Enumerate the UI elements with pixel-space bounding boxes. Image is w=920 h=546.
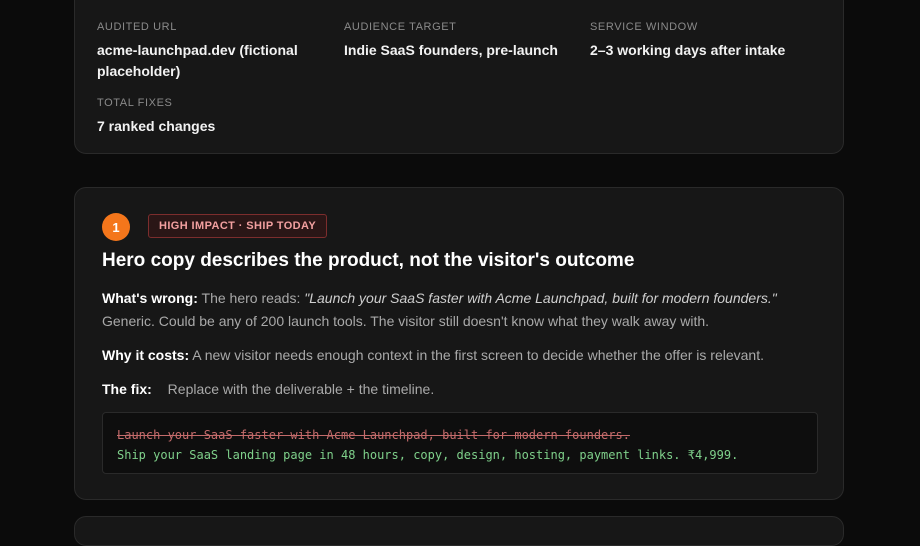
the-fix-paragraph: The fix: Replace with the deliverable + … — [102, 378, 832, 401]
why-it-costs-text: A new visitor needs enough context in th… — [192, 347, 764, 363]
audited-url-label: AUDITED URL — [97, 21, 177, 33]
whats-wrong-intro: The hero reads: — [201, 290, 301, 306]
service-window-label: SERVICE WINDOW — [590, 21, 698, 33]
audience-target-label: AUDIENCE TARGET — [344, 21, 457, 33]
audited-url-block: AUDITED URL acme-launchpad.dev (fictiona… — [97, 21, 327, 82]
impact-tag: HIGH IMPACT · SHIP TODAY — [148, 214, 328, 238]
the-fix-text: Replace with the deliverable + the timel… — [167, 381, 435, 397]
whats-wrong-paragraph: What's wrong: The hero reads: "Launch yo… — [102, 287, 832, 333]
why-it-costs-label: Why it costs: — [102, 347, 190, 363]
diff-removed-line: Launch your SaaS faster with Acme Launch… — [117, 428, 630, 442]
total-fixes-value: 7 ranked changes — [97, 118, 216, 134]
service-window-block: SERVICE WINDOW 2–3 working days after in… — [590, 21, 830, 61]
total-fixes-label: TOTAL FIXES — [97, 97, 173, 109]
whats-wrong-label: What's wrong: — [102, 290, 198, 306]
audience-target-block: AUDIENCE TARGET Indie SaaS founders, pre… — [344, 21, 574, 61]
hero-quote: "Launch your SaaS faster with Acme Launc… — [304, 290, 777, 306]
whats-wrong-text: Generic. Could be any of 200 launch tool… — [102, 313, 710, 329]
fix-number-badge: 1 — [102, 213, 130, 241]
fix-title: Hero copy describes the product, not the… — [102, 250, 635, 271]
audience-target-value: Indie SaaS founders, pre-launch — [344, 42, 558, 58]
total-fixes-block: TOTAL FIXES 7 ranked changes — [97, 97, 327, 137]
audit-summary-card: AUDITED URL acme-launchpad.dev (fictiona… — [74, 0, 844, 154]
the-fix-label: The fix: — [102, 381, 152, 397]
fix-card-1: 1 HIGH IMPACT · SHIP TODAY Hero copy des… — [74, 187, 844, 500]
fix-card-2-edge — [74, 516, 844, 546]
service-window-value: 2–3 working days after intake — [590, 42, 786, 58]
copy-diff-block: Launch your SaaS faster with Acme Launch… — [102, 412, 818, 474]
diff-added-line: Ship your SaaS landing page in 48 hours,… — [117, 448, 739, 462]
audited-url-value: acme-launchpad.dev (fictional placeholde… — [97, 42, 298, 79]
why-it-costs-paragraph: Why it costs: A new visitor needs enough… — [102, 344, 832, 367]
